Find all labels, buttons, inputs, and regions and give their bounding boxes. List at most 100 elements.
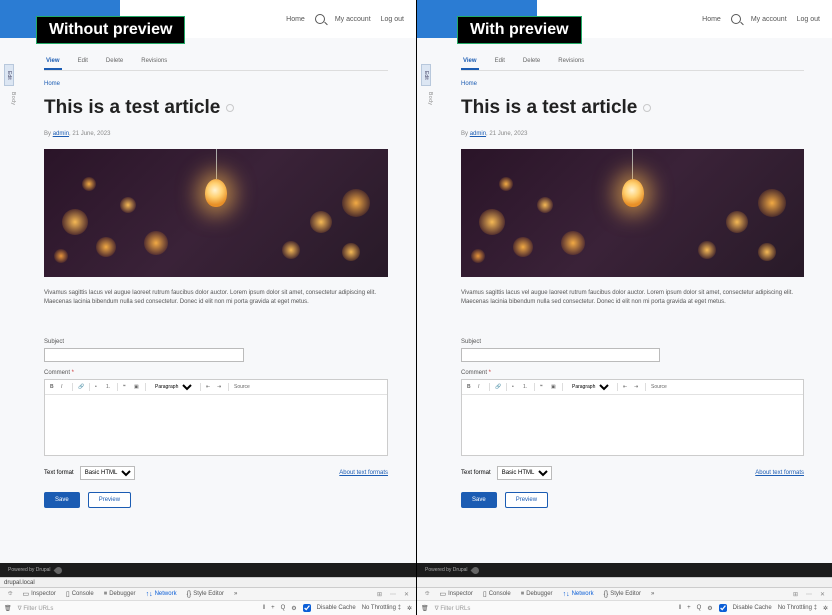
list-number-icon[interactable]: 1. xyxy=(106,384,112,390)
devtools-more-icon[interactable]: ⋯ xyxy=(387,591,399,598)
filter-input[interactable]: ∇ Filter URLs xyxy=(435,605,471,612)
byline-author[interactable]: admin xyxy=(53,131,69,137)
italic-icon[interactable]: I xyxy=(61,384,67,390)
gear-icon[interactable] xyxy=(643,104,651,112)
devtools-tab-network[interactable]: ↑↓Network xyxy=(559,591,598,598)
save-button[interactable]: Save xyxy=(44,492,80,508)
search-icon[interactable]: + xyxy=(687,605,691,611)
devtools-tab-console[interactable]: ▯Console xyxy=(62,590,98,598)
tab-edit[interactable]: Edit xyxy=(76,54,90,70)
search-icon[interactable]: + xyxy=(271,605,275,611)
indent-out-icon[interactable]: ⇤ xyxy=(206,384,212,390)
tab-delete[interactable]: Delete xyxy=(521,54,542,70)
tab-edit[interactable]: Edit xyxy=(493,54,507,70)
disable-cache-checkbox[interactable] xyxy=(719,604,727,612)
source-button[interactable]: Source xyxy=(651,384,667,390)
quote-icon[interactable]: ❝ xyxy=(123,384,129,390)
about-text-formats-link[interactable]: About text formats xyxy=(755,470,804,476)
trash-icon[interactable]: 🗑 xyxy=(4,605,12,612)
nav-home[interactable]: Home xyxy=(286,16,305,23)
devtools-overflow-icon[interactable]: » xyxy=(647,591,658,597)
devtools-panel-icon[interactable]: ⊞ xyxy=(790,591,801,598)
subject-input[interactable] xyxy=(461,348,660,362)
devtools-picker-icon[interactable]: ⯐ xyxy=(4,589,17,599)
site-footer: Powered by Drupal xyxy=(417,563,832,577)
devtools-tab-console[interactable]: ▯Console xyxy=(479,590,515,598)
tab-revisions[interactable]: Revisions xyxy=(139,54,169,70)
gear-icon[interactable] xyxy=(226,104,234,112)
italic-icon[interactable]: I xyxy=(478,384,484,390)
devtools-close-icon[interactable]: ✕ xyxy=(817,591,828,598)
tab-view[interactable]: View xyxy=(44,54,62,70)
nav-my-account[interactable]: My account xyxy=(751,16,787,23)
bold-icon[interactable]: B xyxy=(50,384,56,390)
gear-dev-icon[interactable]: ⚙ xyxy=(707,605,712,612)
image-icon[interactable]: ▣ xyxy=(134,384,140,390)
devtools-tab-debugger[interactable]: ⏸Debugger xyxy=(100,590,140,598)
tab-view[interactable]: View xyxy=(461,54,479,70)
format-select[interactable]: Paragraph xyxy=(568,383,612,391)
tab-revisions[interactable]: Revisions xyxy=(556,54,586,70)
devtools-tab-debugger[interactable]: ⏸Debugger xyxy=(517,590,557,598)
throttling-select[interactable]: No Throttling ‡ xyxy=(362,605,401,611)
quote-icon[interactable]: ❝ xyxy=(540,384,546,390)
devtools-tab-style[interactable]: {}Style Editor xyxy=(183,591,228,598)
devtools-tab-style[interactable]: {}Style Editor xyxy=(600,591,645,598)
source-button[interactable]: Source xyxy=(234,384,250,390)
save-button[interactable]: Save xyxy=(461,492,497,508)
link-icon[interactable]: 🔗 xyxy=(78,384,84,390)
text-format-select[interactable]: Basic HTML xyxy=(497,466,552,480)
search-icon[interactable] xyxy=(315,14,325,24)
preview-button[interactable]: Preview xyxy=(505,492,548,508)
tab-delete[interactable]: Delete xyxy=(104,54,125,70)
pause-icon[interactable]: ‖ xyxy=(263,605,265,611)
site-footer: Powered by Drupal xyxy=(0,563,416,577)
preview-button[interactable]: Preview xyxy=(88,492,131,508)
nav-home[interactable]: Home xyxy=(702,16,721,23)
disable-cache-checkbox[interactable] xyxy=(303,604,311,612)
breadcrumb[interactable]: Home xyxy=(44,81,388,87)
bold-icon[interactable]: B xyxy=(467,384,473,390)
devtools-tabs: ⯐ ▭Inspector ▯Console ⏸Debugger ↑↓Networ… xyxy=(0,587,416,601)
subject-input[interactable] xyxy=(44,348,244,362)
list-bullet-icon[interactable]: • xyxy=(95,384,101,390)
nav-my-account[interactable]: My account xyxy=(335,16,371,23)
search-icon[interactable] xyxy=(731,14,741,24)
indent-in-icon[interactable]: ⇥ xyxy=(634,384,640,390)
nav-log-out[interactable]: Log out xyxy=(797,16,820,23)
devtools-overflow-icon[interactable]: » xyxy=(230,591,241,597)
side-edit-tab[interactable]: Edit xyxy=(4,64,14,86)
devtools-tab-network[interactable]: ↑↓Network xyxy=(142,591,181,598)
side-edit-tab[interactable]: Edit xyxy=(421,64,431,86)
devtools-more-icon[interactable]: ⋯ xyxy=(803,591,815,598)
pause-icon[interactable]: ‖ xyxy=(679,605,681,611)
byline-author[interactable]: admin xyxy=(470,131,486,137)
filter-input[interactable]: ∇ Filter URLs xyxy=(18,605,54,612)
list-bullet-icon[interactable]: • xyxy=(512,384,518,390)
devtools-settings-icon[interactable]: ✲ xyxy=(407,605,412,612)
text-format-select[interactable]: Basic HTML xyxy=(80,466,135,480)
search-dev-icon[interactable]: Q xyxy=(281,605,286,611)
image-icon[interactable]: ▣ xyxy=(551,384,557,390)
devtools-tab-inspector[interactable]: ▭Inspector xyxy=(436,590,477,598)
format-select[interactable]: Paragraph xyxy=(151,383,195,391)
devtools-tab-inspector[interactable]: ▭Inspector xyxy=(19,590,60,598)
nav-log-out[interactable]: Log out xyxy=(381,16,404,23)
about-text-formats-link[interactable]: About text formats xyxy=(339,470,388,476)
link-icon[interactable]: 🔗 xyxy=(495,384,501,390)
trash-icon[interactable]: 🗑 xyxy=(421,605,429,612)
throttling-select[interactable]: No Throttling ‡ xyxy=(778,605,817,611)
breadcrumb[interactable]: Home xyxy=(461,81,804,87)
page-title-text: This is a test article xyxy=(44,97,220,119)
editor-body[interactable] xyxy=(462,395,803,455)
devtools-close-icon[interactable]: ✕ xyxy=(401,591,412,598)
list-number-icon[interactable]: 1. xyxy=(523,384,529,390)
editor-body[interactable] xyxy=(45,395,387,455)
devtools-picker-icon[interactable]: ⯐ xyxy=(421,589,434,599)
indent-out-icon[interactable]: ⇤ xyxy=(623,384,629,390)
gear-dev-icon[interactable]: ⚙ xyxy=(291,605,296,612)
indent-in-icon[interactable]: ⇥ xyxy=(217,384,223,390)
search-dev-icon[interactable]: Q xyxy=(697,605,702,611)
devtools-panel-icon[interactable]: ⊞ xyxy=(374,591,385,598)
devtools-settings-icon[interactable]: ✲ xyxy=(823,605,828,612)
